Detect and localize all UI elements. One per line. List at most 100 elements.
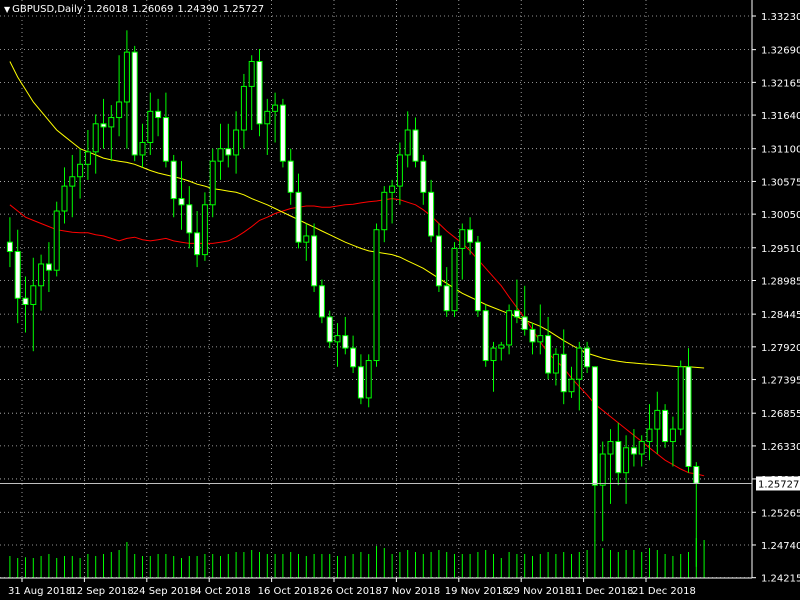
- candle-body: [303, 235, 310, 243]
- candle-body: [513, 310, 520, 318]
- candle-body: [77, 163, 84, 178]
- x-tick-label: 21 Dec 2018: [632, 586, 696, 597]
- candle-body: [123, 51, 130, 103]
- current-price-label: 1.25727: [758, 479, 799, 490]
- candle-body: [420, 160, 427, 193]
- candle-body: [14, 251, 21, 299]
- candle-body: [170, 160, 177, 200]
- candlestick-chart[interactable]: 1.33230 1.32690 1.32165 1.31640 1.31100 1.305…: [0, 0, 800, 600]
- candle-body: [272, 104, 279, 112]
- candle-body: [521, 316, 528, 330]
- y-tick-label: 1.31100: [761, 145, 800, 156]
- candle-body: [61, 185, 68, 212]
- candle-body: [552, 353, 559, 374]
- candle-body: [334, 335, 341, 343]
- candle-body: [498, 344, 505, 349]
- candle-body: [599, 453, 606, 486]
- x-tick-label: 7 Nov 2018: [382, 586, 440, 597]
- x-tick-label: 24 Sep 2018: [133, 586, 196, 597]
- x-tick-label: 31 Aug 2018: [8, 586, 72, 597]
- candle-body: [623, 447, 630, 474]
- candle-body: [279, 104, 286, 162]
- candle-body: [69, 176, 76, 187]
- candle-body: [201, 204, 208, 256]
- candle-body: [630, 447, 637, 455]
- candle-body: [451, 247, 458, 312]
- y-tick-label: 1.28985: [761, 276, 800, 287]
- candle-body: [669, 428, 676, 443]
- candle-body: [443, 285, 450, 312]
- y-tick-label: 1.24215: [761, 574, 800, 585]
- y-tick-label: 1.25265: [761, 508, 800, 519]
- candle-body: [428, 191, 435, 237]
- candle-body: [287, 160, 294, 193]
- y-tick-label: 1.27920: [761, 343, 800, 354]
- candle-body: [396, 154, 403, 187]
- candle-body: [568, 378, 575, 393]
- candle-body: [162, 117, 169, 162]
- candle-body: [131, 51, 138, 156]
- candle-body: [6, 241, 13, 253]
- candle-body: [615, 441, 622, 474]
- candle-body: [217, 148, 224, 162]
- candle-body: [412, 129, 419, 162]
- candle-body: [248, 60, 255, 87]
- candle-body: [53, 210, 60, 271]
- candle-body: [350, 347, 357, 368]
- candle-body: [256, 60, 263, 125]
- candle-body: [591, 366, 598, 486]
- candle-body: [22, 297, 29, 305]
- y-tick-label: 1.32690: [761, 46, 800, 57]
- candle-body: [389, 185, 396, 193]
- candle-body: [677, 366, 684, 430]
- candle-body: [108, 117, 115, 128]
- moving-average-red: [9, 198, 705, 477]
- candle-body: [584, 347, 591, 368]
- y-tick-label: 1.24740: [761, 541, 800, 552]
- candle-body: [537, 335, 544, 343]
- candle-body: [365, 360, 372, 399]
- x-tick-label: 16 Oct 2018: [258, 586, 320, 597]
- candle-body: [155, 110, 162, 119]
- candle-body: [646, 428, 653, 443]
- candle-body: [139, 141, 146, 156]
- candle-body: [381, 191, 388, 231]
- candle-body: [545, 335, 552, 374]
- y-tick-label: 1.32165: [761, 78, 800, 89]
- candle-body: [84, 151, 91, 165]
- candle-body: [662, 409, 669, 443]
- candle-body: [92, 123, 99, 153]
- candle-body: [116, 101, 123, 119]
- y-tick-label: 1.33230: [761, 12, 800, 23]
- y-tick-label: 1.26855: [761, 409, 800, 420]
- candle-body: [373, 229, 380, 362]
- candle-body: [654, 409, 661, 430]
- candle-body: [100, 123, 107, 128]
- candle-body: [178, 198, 185, 206]
- candle-body: [45, 263, 52, 271]
- y-tick-label: 1.28445: [761, 310, 800, 321]
- candle-body: [30, 285, 37, 305]
- candle-body: [529, 328, 536, 343]
- candle-body: [506, 310, 513, 346]
- x-tick-label: 12 Sep 2018: [70, 586, 133, 597]
- candle-body: [209, 160, 216, 206]
- candle-body: [147, 110, 154, 143]
- candle-body: [295, 191, 302, 243]
- candle-body: [638, 441, 645, 455]
- y-tick-label: 1.26330: [761, 442, 800, 453]
- x-tick-label: 11 Dec 2018: [570, 586, 634, 597]
- candle-body: [38, 263, 45, 287]
- candle-body: [435, 235, 442, 287]
- candle-body: [186, 204, 193, 234]
- x-tick-label: 29 Nov 2018: [507, 586, 571, 597]
- candle-body: [311, 235, 318, 287]
- candle-body: [342, 335, 349, 349]
- x-tick-label: 19 Nov 2018: [445, 586, 509, 597]
- candle-body: [264, 110, 271, 125]
- candle-body: [474, 241, 481, 312]
- x-tick-label: 4 Oct 2018: [195, 586, 250, 597]
- candle-body: [233, 129, 240, 156]
- candle-body: [404, 129, 411, 156]
- candle-body: [459, 229, 466, 249]
